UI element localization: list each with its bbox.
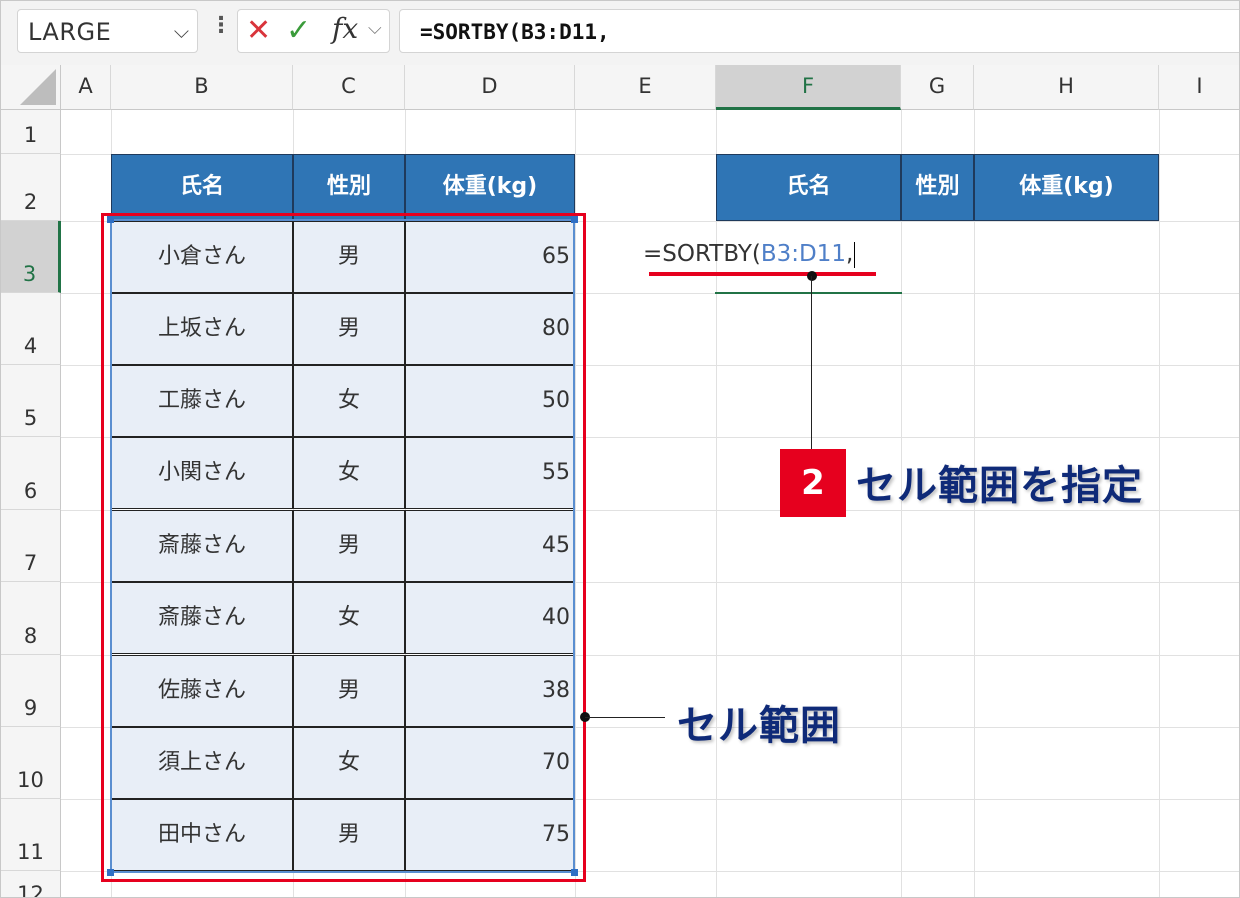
row-header-11[interactable]: 11	[1, 799, 61, 871]
formula-underline	[649, 272, 876, 276]
row-header-7[interactable]: 7	[1, 510, 61, 582]
column-header-g[interactable]: G	[901, 65, 974, 110]
callout-line	[585, 717, 665, 718]
name-box-value: LARGE	[28, 18, 112, 46]
row-header-8[interactable]: 8	[1, 582, 61, 655]
formula-text: =SORTBY(B3:D11,	[420, 20, 610, 44]
row-header-12[interactable]: 12	[1, 871, 61, 897]
chevron-down-icon[interactable]: ⌵	[368, 18, 382, 39]
formula-bar: LARGE ⌵ ⋮ ✕ ✓ fx ⌵ =SORTBY(B3:D11,	[1, 1, 1239, 65]
cell-edit-text[interactable]: =SORTBY(B3:D11,	[643, 241, 856, 268]
enter-icon[interactable]: ✓	[286, 13, 311, 48]
column-header-e[interactable]: E	[575, 65, 716, 110]
column-header-f[interactable]: F	[716, 65, 901, 110]
column-header-a[interactable]: A	[61, 65, 111, 110]
row-header-5[interactable]: 5	[1, 365, 61, 437]
text-caret	[854, 241, 856, 268]
row-header-9[interactable]: 9	[1, 655, 61, 727]
excel-window: LARGE ⌵ ⋮ ✕ ✓ fx ⌵ =SORTBY(B3:D11, A B C…	[0, 0, 1240, 898]
header-weight: 体重(kg)	[405, 154, 575, 221]
row-header-2[interactable]: 2	[1, 154, 61, 221]
row-header-4[interactable]: 4	[1, 293, 61, 365]
edit-suffix: ,	[846, 241, 854, 267]
column-header-b[interactable]: B	[111, 65, 293, 110]
row-header-1[interactable]: 1	[1, 110, 61, 154]
callout-dot	[807, 271, 817, 281]
step-badge: 2	[780, 449, 846, 517]
row-header-3[interactable]: 3	[1, 221, 61, 293]
column-header-i[interactable]: I	[1159, 65, 1239, 110]
select-all-corner[interactable]	[1, 65, 61, 110]
row-header-6[interactable]: 6	[1, 437, 61, 510]
chevron-down-icon[interactable]: ⌵	[174, 19, 189, 43]
column-header-c[interactable]: C	[293, 65, 405, 110]
edit-reference: B3:D11	[760, 241, 847, 267]
more-options-icon[interactable]: ⋮	[210, 13, 232, 38]
header-name: 氏名	[111, 154, 293, 221]
formula-buttons: ✕ ✓ fx ⌵	[237, 9, 390, 53]
edit-prefix: =SORTBY(	[643, 241, 761, 267]
active-cell-border	[715, 292, 902, 294]
column-header-h[interactable]: H	[974, 65, 1159, 110]
cancel-icon[interactable]: ✕	[246, 13, 271, 48]
column-header-d[interactable]: D	[405, 65, 575, 110]
formula-input[interactable]: =SORTBY(B3:D11,	[399, 9, 1239, 53]
insert-function-icon[interactable]: fx	[332, 12, 358, 45]
highlight-box	[101, 213, 586, 882]
name-box[interactable]: LARGE ⌵	[17, 9, 198, 53]
result-header-gender: 性別	[901, 154, 974, 221]
callout-line	[811, 276, 812, 449]
range-label: セル範囲	[677, 703, 841, 749]
header-gender: 性別	[293, 154, 405, 221]
step-text: セル範囲を指定	[856, 463, 1143, 509]
result-header-name: 氏名	[716, 154, 901, 221]
result-header-weight: 体重(kg)	[974, 154, 1159, 221]
row-header-10[interactable]: 10	[1, 727, 61, 799]
